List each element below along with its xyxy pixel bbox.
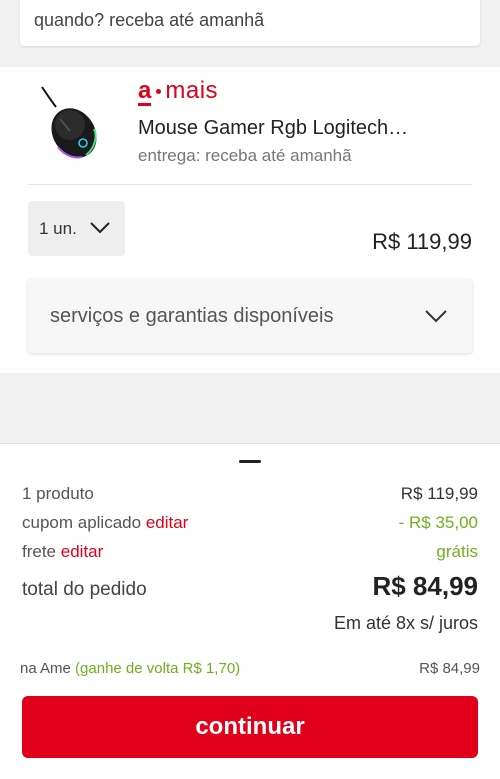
coupon-edit-link[interactable]: editar bbox=[146, 513, 189, 532]
product-section: a mais Mouse Gamer Rgb Logitech… entrega… bbox=[0, 67, 500, 373]
brand-logo-prefix: a bbox=[138, 77, 152, 106]
chevron-down-icon bbox=[425, 310, 447, 323]
installments-text: Em até 8x s/ juros bbox=[333, 613, 478, 633]
brand-logo-word: mais bbox=[165, 77, 219, 104]
product-name[interactable]: Mouse Gamer Rgb Logitech… bbox=[138, 117, 408, 140]
product-delivery: entrega: receba até amanhã bbox=[138, 146, 352, 165]
summary-row-products: 1 produto R$ 119,99 bbox=[22, 484, 478, 504]
services-dropdown[interactable]: serviços e garantias disponíveis bbox=[28, 279, 472, 353]
ame-row: na Ame (ganhe de volta R$ 1,70) R$ 84,99 bbox=[20, 660, 480, 677]
brand-logo-dot bbox=[156, 88, 162, 94]
shipping-value: grátis bbox=[436, 542, 478, 561]
total-value: R$ 84,99 bbox=[372, 571, 478, 601]
divider bbox=[28, 184, 472, 185]
ame-value: R$ 84,99 bbox=[419, 660, 480, 677]
ame-label: na Ame bbox=[20, 660, 71, 677]
summary-row-shipping: frete editar grátis bbox=[22, 542, 478, 562]
shipping-label: frete bbox=[22, 542, 57, 561]
quantity-value: 1 un. bbox=[39, 218, 77, 238]
item-price: R$ 119,99 bbox=[372, 229, 472, 254]
products-label: 1 produto bbox=[22, 484, 94, 503]
shipping-edit-link[interactable]: editar bbox=[61, 542, 104, 561]
delivery-card: editar quando? receba até amanhã bbox=[20, 0, 480, 46]
order-summary-panel: 1 produto R$ 119,99 cupom aplicado edita… bbox=[0, 443, 500, 779]
delivery-edit-link[interactable]: editar bbox=[423, 0, 466, 2]
continue-button[interactable]: continuar bbox=[22, 696, 478, 758]
product-image[interactable] bbox=[36, 85, 106, 161]
services-label: serviços e garantias disponíveis bbox=[50, 305, 334, 327]
quantity-select[interactable]: 1 un. bbox=[28, 201, 125, 256]
ame-cashback: (ganhe de volta R$ 1,70) bbox=[75, 660, 241, 677]
summary-row-coupon: cupom aplicado editar - R$ 35,00 bbox=[22, 513, 478, 533]
delivery-text: quando? receba até amanhã bbox=[34, 10, 265, 30]
coupon-value: - R$ 35,00 bbox=[398, 513, 478, 532]
drag-handle[interactable] bbox=[239, 460, 261, 463]
brand-logo: a mais bbox=[138, 77, 219, 106]
summary-row-total: total do pedido R$ 84,99 bbox=[22, 571, 478, 602]
coupon-label: cupom aplicado bbox=[22, 513, 142, 532]
chevron-down-icon bbox=[90, 222, 110, 234]
products-value: R$ 119,99 bbox=[400, 484, 478, 503]
total-label: total do pedido bbox=[22, 579, 147, 600]
